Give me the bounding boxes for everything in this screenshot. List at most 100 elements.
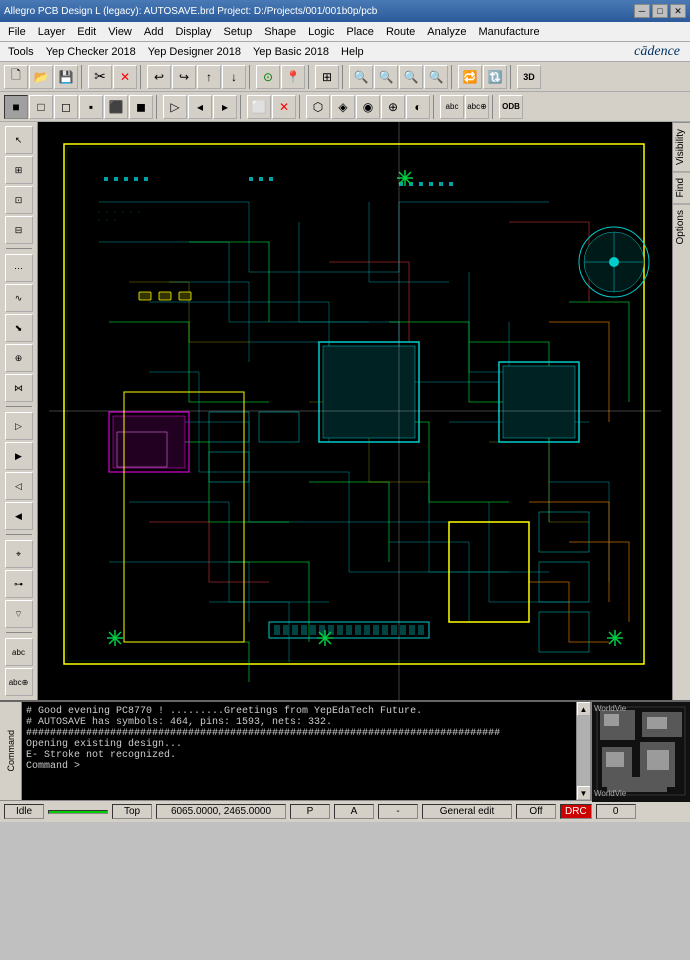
menu-add[interactable]: Add xyxy=(138,24,170,40)
canvas-area[interactable] xyxy=(38,122,672,700)
console-output[interactable]: # Good evening PC8770 ! .........Greetin… xyxy=(22,702,576,800)
scroll-track[interactable] xyxy=(577,716,591,786)
tb2-t11[interactable]: ◉ xyxy=(356,95,380,119)
tb-new[interactable]: 🗋 xyxy=(4,65,28,89)
tb-undo[interactable]: ↩ xyxy=(147,65,171,89)
tb-3d[interactable]: 3D xyxy=(517,65,541,89)
tb2-t5[interactable]: ▷ xyxy=(163,95,187,119)
sb-t5[interactable]: ∿ xyxy=(5,284,33,312)
status-idle: Idle xyxy=(4,804,44,819)
tb-refresh1[interactable]: 🔁 xyxy=(458,65,482,89)
sb-t14[interactable]: ⊶ xyxy=(5,570,33,598)
tb2-t15[interactable]: abc⊕ xyxy=(465,95,489,119)
tb-redo[interactable]: ↪ xyxy=(172,65,196,89)
sb-t8[interactable]: ⋈ xyxy=(5,374,33,402)
tb-ratsnest[interactable]: ⊙ xyxy=(256,65,280,89)
tb-pin[interactable]: 📍 xyxy=(281,65,305,89)
tb-grid[interactable]: ⊞ xyxy=(315,65,339,89)
main-layout: ↖ ⊞ ⊡ ⊟ ⋯ ∿ ⬊ ⊕ ⋈ ▷ ▶ ◁ ◀ ⌖ ⊶ ⌔ abc abc⊕ xyxy=(0,122,690,700)
options-tab[interactable]: Options xyxy=(673,203,690,250)
sb-select[interactable]: ↖ xyxy=(5,126,33,154)
tb2-t14[interactable]: abc xyxy=(440,95,464,119)
minimap-worldview-label: WorldVie xyxy=(594,789,626,798)
menu-yep-checker[interactable]: Yep Checker 2018 xyxy=(40,44,142,60)
sb-t11[interactable]: ◁ xyxy=(5,472,33,500)
tb2-t9[interactable]: ⬡ xyxy=(306,95,330,119)
tb2-odb[interactable]: ODB xyxy=(499,95,523,119)
menu-place[interactable]: Place xyxy=(340,24,380,40)
sb-t15[interactable]: ⌔ xyxy=(5,600,33,628)
sb-sep-1 xyxy=(6,248,32,250)
menu-route[interactable]: Route xyxy=(380,24,421,40)
tb-cut[interactable]: ✂ xyxy=(88,65,112,89)
tb2-t13[interactable]: ◐ xyxy=(406,95,430,119)
console-scrollbar[interactable]: ▲ ▼ xyxy=(576,702,590,800)
minimize-button[interactable]: ─ xyxy=(634,4,650,18)
cadence-logo: cādence xyxy=(634,44,688,60)
menu-help[interactable]: Help xyxy=(335,44,370,60)
sb-t10[interactable]: ▶ xyxy=(5,442,33,470)
window-controls: ─ □ ✕ xyxy=(634,4,686,18)
tb2-t7[interactable]: ▸ xyxy=(213,95,237,119)
close-button[interactable]: ✕ xyxy=(670,4,686,18)
menu-bar-1: File Layer Edit View Add Display Setup S… xyxy=(0,22,690,42)
tb-save[interactable]: 💾 xyxy=(54,65,78,89)
menu-shape[interactable]: Shape xyxy=(258,24,302,40)
tb-up[interactable]: ↑ xyxy=(197,65,221,89)
find-tab[interactable]: Find xyxy=(673,171,690,203)
menu-display[interactable]: Display xyxy=(169,24,217,40)
sb-t2[interactable]: ⊡ xyxy=(5,186,33,214)
tb2-t4[interactable]: ◼ xyxy=(129,95,153,119)
menu-layer[interactable]: Layer xyxy=(32,24,72,40)
tb2-t8[interactable]: ⬜ xyxy=(247,95,271,119)
tb2-t12[interactable]: ⊕ xyxy=(381,95,405,119)
left-sidebar: ↖ ⊞ ⊡ ⊟ ⋯ ∿ ⬊ ⊕ ⋈ ▷ ▶ ◁ ◀ ⌖ ⊶ ⌔ abc abc⊕ xyxy=(0,122,38,700)
menu-edit[interactable]: Edit xyxy=(71,24,102,40)
console-line-5: E- Stroke not recognized. xyxy=(26,750,572,761)
sb-t3[interactable]: ⊟ xyxy=(5,216,33,244)
status-coords: 6065.0000, 2465.0000 xyxy=(156,804,286,819)
menu-file[interactable]: File xyxy=(2,24,32,40)
menu-yep-designer[interactable]: Yep Designer 2018 xyxy=(142,44,247,60)
tb-zoom-fit[interactable]: 🔍 xyxy=(399,65,423,89)
sb-t7[interactable]: ⊕ xyxy=(5,344,33,372)
menu-view[interactable]: View xyxy=(102,24,138,40)
tb2-box[interactable]: □ xyxy=(29,95,53,119)
tb2-t10[interactable]: ◈ xyxy=(331,95,355,119)
tb-down[interactable]: ↓ xyxy=(222,65,246,89)
tb-zoom-in[interactable]: 🔍 xyxy=(349,65,373,89)
tb2-t3[interactable]: ⬛ xyxy=(104,95,128,119)
visibility-tab[interactable]: Visibility xyxy=(673,122,690,171)
sb-abc2[interactable]: abc⊕ xyxy=(5,668,33,696)
title-text: Allegro PCB Design L (legacy): AUTOSAVE.… xyxy=(4,6,377,17)
status-layer[interactable]: Top xyxy=(112,804,152,819)
sb-t1[interactable]: ⊞ xyxy=(5,156,33,184)
sb-t9[interactable]: ▷ xyxy=(5,412,33,440)
menu-yep-basic[interactable]: Yep Basic 2018 xyxy=(247,44,335,60)
menu-manufacture[interactable]: Manufacture xyxy=(472,24,545,40)
tb-refresh2[interactable]: 🔃 xyxy=(483,65,507,89)
tb2-t1[interactable]: ◻ xyxy=(54,95,78,119)
menu-tools[interactable]: Tools xyxy=(2,44,40,60)
tb-zoom-world[interactable]: 🔍 xyxy=(424,65,448,89)
maximize-button[interactable]: □ xyxy=(652,4,668,18)
menu-setup[interactable]: Setup xyxy=(218,24,259,40)
sb-t4[interactable]: ⋯ xyxy=(5,254,33,282)
menu-logic[interactable]: Logic xyxy=(302,24,340,40)
tb2-select[interactable]: ■ xyxy=(4,95,28,119)
tb2-del[interactable]: ✕ xyxy=(272,95,296,119)
tb-open[interactable]: 📂 xyxy=(29,65,53,89)
sb-abc[interactable]: abc xyxy=(5,638,33,666)
tb2-t2[interactable]: ▪ xyxy=(79,95,103,119)
scroll-down[interactable]: ▼ xyxy=(577,786,591,800)
tb-delete[interactable]: ✕ xyxy=(113,65,137,89)
tb-sep-2 xyxy=(140,65,144,89)
menu-analyze[interactable]: Analyze xyxy=(421,24,472,40)
tb2-t6[interactable]: ◂ xyxy=(188,95,212,119)
tb-zoom-out[interactable]: 🔍 xyxy=(374,65,398,89)
scroll-up[interactable]: ▲ xyxy=(577,702,591,716)
sb-t6[interactable]: ⬊ xyxy=(5,314,33,342)
sb-t12[interactable]: ◀ xyxy=(5,502,33,530)
sb-sep-2 xyxy=(6,406,32,408)
sb-t13[interactable]: ⌖ xyxy=(5,540,33,568)
